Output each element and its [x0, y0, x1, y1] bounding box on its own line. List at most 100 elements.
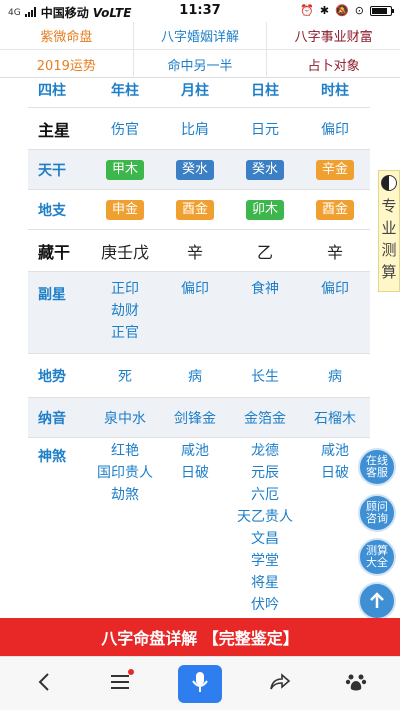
- professional-calc-tab[interactable]: 专业测算: [378, 170, 400, 292]
- consultant-label: 顾问 咨询: [366, 500, 388, 525]
- nav-2019-fortune[interactable]: 2019运势: [0, 50, 134, 78]
- shensha-value: 伏吟: [251, 597, 279, 613]
- shensha-value: 日破: [321, 465, 349, 481]
- online-service-button[interactable]: 在线 客服: [358, 448, 396, 486]
- canggan-value: 庚壬戊: [100, 242, 149, 262]
- yin-yang-icon: [381, 175, 397, 191]
- lock-rotation-icon: ⊙: [354, 4, 364, 17]
- nayin-value: 剑锋金: [174, 410, 216, 427]
- arrow-up-icon: [367, 591, 387, 611]
- nav-marriage[interactable]: 八字婚姻详解: [134, 22, 268, 49]
- canggan-label: 藏干: [38, 242, 71, 262]
- shensha-value: 六厄: [251, 487, 279, 503]
- detail-banner[interactable]: 八字命盘详解 【完整鉴定】: [0, 618, 400, 656]
- fuxing-value: 偏印: [181, 281, 209, 297]
- header-day: 日柱: [251, 82, 279, 99]
- tiangan-pill: 辛金: [315, 159, 354, 180]
- fuxing-row: 副星 正印 劫财 正官 偏印 食神 偏印: [28, 272, 370, 354]
- dishi-row: 地势 死 病 长生 病: [28, 354, 370, 398]
- tiangan-label: 天干: [38, 162, 66, 179]
- header-row: 四柱 年柱 月柱 日柱 时柱: [28, 78, 370, 108]
- fuxing-value: 食神: [251, 281, 279, 297]
- voice-search-button[interactable]: [178, 665, 222, 703]
- shensha-label: 神煞: [38, 449, 66, 465]
- chevron-left-icon: [36, 672, 52, 696]
- header-month: 月柱: [181, 82, 209, 99]
- baidu-paw-icon: [345, 671, 367, 697]
- dishi-label: 地势: [38, 368, 66, 385]
- shensha-cell: 咸池 日破: [160, 438, 230, 484]
- fuxing-value: 正印: [111, 281, 139, 297]
- dishi-value: 死: [118, 368, 132, 385]
- back-to-top-button[interactable]: [358, 582, 396, 618]
- status-bar: 4G 中国移动 VoLTE 11:37 ⏰ ✱ 🔕 ⊙: [0, 0, 400, 22]
- tiangan-pill: 甲木: [105, 159, 144, 180]
- shensha-value: 咸池: [181, 443, 209, 459]
- fuxing-label: 副星: [38, 287, 66, 303]
- tiangan-pill: 癸水: [175, 159, 214, 180]
- shensha-cell: 红艳 国印贵人 劫煞: [90, 438, 160, 506]
- zhuxing-value: 比肩: [181, 121, 209, 138]
- all-calculations-label: 测算 大全: [366, 544, 388, 569]
- canggan-value: 乙: [256, 242, 273, 262]
- browser-bottom-bar: [0, 656, 400, 710]
- canggan-value: 辛: [186, 242, 203, 262]
- microphone-icon: [192, 671, 208, 697]
- all-calculations-button[interactable]: 测算 大全: [358, 538, 396, 576]
- zhuxing-value: 偏印: [321, 121, 349, 138]
- menu-button[interactable]: [102, 657, 138, 711]
- mute-icon: 🔕: [335, 4, 349, 17]
- banner-text: 八字命盘详解 【完整鉴定】: [101, 629, 299, 648]
- battery-icon: [370, 5, 394, 16]
- back-button[interactable]: [26, 657, 62, 711]
- zhuxing-label: 主星: [38, 120, 71, 140]
- shensha-value: 日破: [181, 465, 209, 481]
- bazi-chart-table: 四柱 年柱 月柱 日柱 时柱 主星 伤官 比肩 日元 偏印 天干 甲木 癸水 癸…: [28, 78, 370, 618]
- shensha-value: 红艳: [111, 443, 139, 459]
- fuxing-cell: 偏印: [300, 272, 370, 300]
- canggan-row: 藏干 庚壬戊 辛 乙 辛: [28, 230, 370, 272]
- shensha-value: 文昌: [251, 531, 279, 547]
- dishi-value: 长生: [251, 368, 279, 385]
- nayin-value: 石榴木: [314, 410, 356, 427]
- nav-row-2: 2019运势 命中另一半 占卜对象: [0, 50, 400, 78]
- canggan-value: 辛: [326, 242, 343, 262]
- baidu-button[interactable]: [338, 657, 374, 711]
- shensha-value: 学堂: [251, 553, 279, 569]
- fuxing-value: 劫财: [111, 303, 139, 319]
- menu-icon: [110, 669, 134, 695]
- alarm-icon: ⏰: [300, 4, 314, 17]
- shensha-cell: 龙德 元辰 六厄 天乙贵人 文昌 学堂 将星 伏吟: [230, 438, 300, 616]
- dizhi-label: 地支: [38, 202, 66, 219]
- dishi-value: 病: [188, 368, 202, 385]
- consultant-button[interactable]: 顾问 咨询: [358, 494, 396, 532]
- side-tab-label: 专业测算: [381, 197, 397, 281]
- fuxing-cell: 偏印: [160, 272, 230, 300]
- dizhi-pill: 卯木: [245, 199, 284, 220]
- shensha-value: 龙德: [251, 443, 279, 459]
- dizhi-pill: 酉金: [175, 199, 214, 220]
- share-button[interactable]: [262, 657, 298, 711]
- fuxing-value: 正官: [111, 325, 139, 341]
- nav-soulmate[interactable]: 命中另一半: [134, 50, 268, 78]
- fuxing-cell: 食神: [230, 272, 300, 300]
- fuxing-value: 偏印: [321, 281, 349, 297]
- nav-divination[interactable]: 占卜对象: [267, 50, 400, 78]
- header-label: 四柱: [38, 82, 66, 99]
- fuxing-cell: 正印 劫财 正官: [90, 272, 160, 344]
- shensha-row: 神煞 红艳 国印贵人 劫煞 咸池 日破 龙德 元辰 六厄 天乙贵人 文昌 学堂 …: [28, 438, 370, 618]
- tiangan-pill: 癸水: [245, 159, 284, 180]
- nav-ziwei[interactable]: 紫微命盘: [0, 22, 134, 49]
- nayin-label: 纳音: [38, 410, 66, 427]
- nav-career[interactable]: 八字事业财富: [267, 22, 400, 49]
- header-hour: 时柱: [321, 82, 349, 99]
- nav-row-1: 紫微命盘 八字婚姻详解 八字事业财富: [0, 22, 400, 50]
- header-year: 年柱: [111, 82, 139, 99]
- zhuxing-value: 日元: [251, 121, 279, 138]
- nayin-value: 金箔金: [244, 410, 286, 427]
- notification-dot-icon: [128, 669, 134, 675]
- bazi-content: 四柱 年柱 月柱 日柱 时柱 主星 伤官 比肩 日元 偏印 天干 甲木 癸水 癸…: [0, 78, 400, 618]
- shensha-value: 国印贵人: [97, 465, 153, 481]
- dizhi-pill: 酉金: [315, 199, 354, 220]
- dizhi-row: 地支 申金 酉金 卯木 酉金: [28, 190, 370, 230]
